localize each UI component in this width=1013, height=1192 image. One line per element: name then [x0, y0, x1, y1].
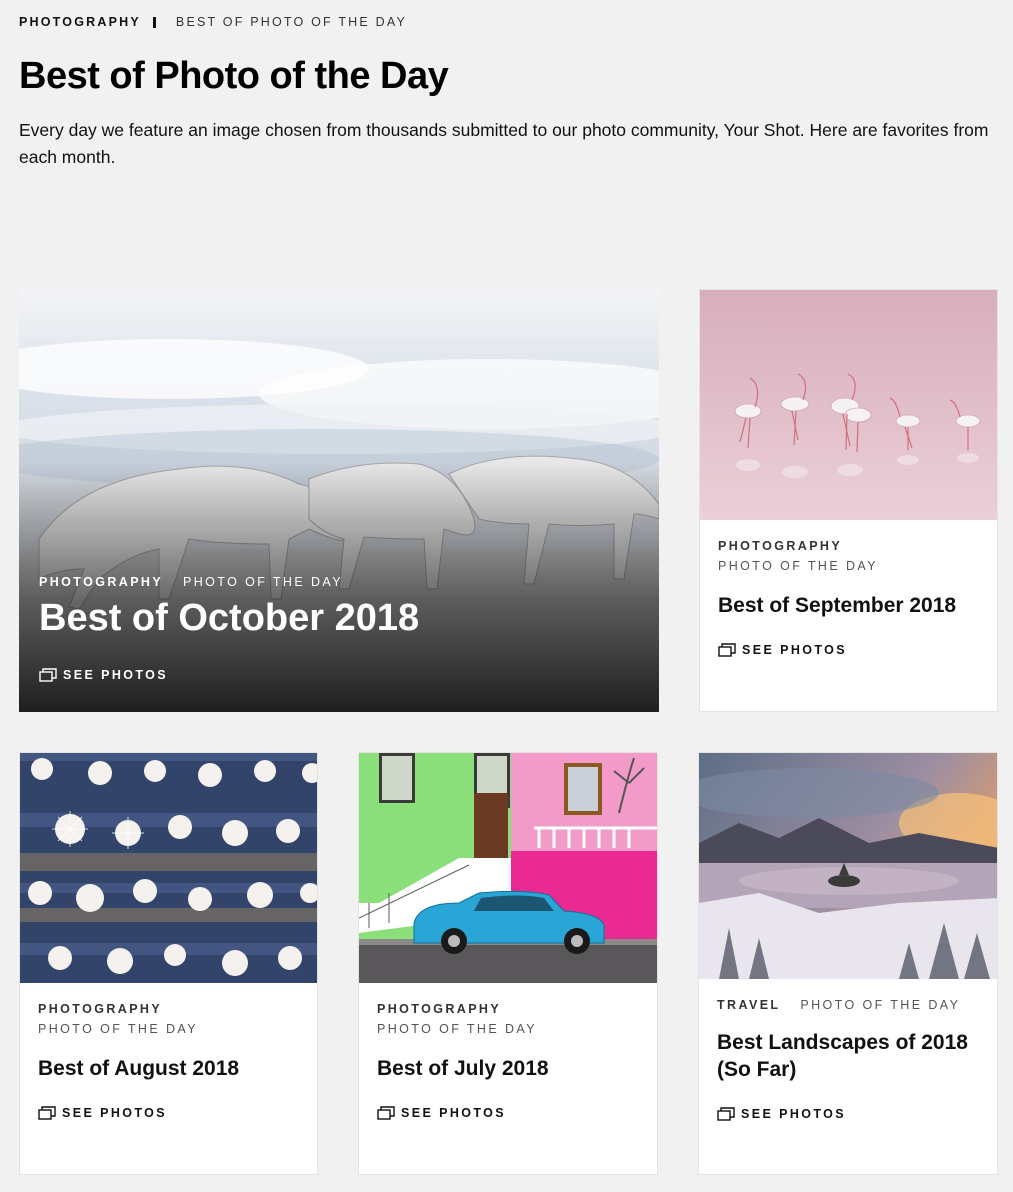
- gallery-card[interactable]: PHOTOGRAPHY PHOTO OF THE DAY Best of Sep…: [699, 289, 998, 712]
- card-kicker: PHOTOGRAPHY PHOTO OF THE DAY: [38, 999, 303, 1039]
- see-photos-button[interactable]: SEE PHOTOS: [718, 643, 983, 657]
- flamingos-photo[interactable]: [700, 290, 997, 520]
- card-title[interactable]: Best of August 2018: [38, 1055, 303, 1082]
- gallery-icon: [377, 1106, 395, 1120]
- see-photos-label: SEE PHOTOS: [742, 643, 848, 657]
- card-title[interactable]: Best of October 2018: [39, 596, 645, 640]
- featured-gallery-card[interactable]: PHOTOGRAPHY PHOTO OF THE DAY Best of Oct…: [19, 289, 659, 712]
- card-series[interactable]: PHOTO OF THE DAY: [183, 575, 343, 589]
- see-photos-button[interactable]: SEE PHOTOS: [717, 1107, 983, 1121]
- featured-card-body: PHOTOGRAPHY PHOTO OF THE DAY Best of Oct…: [39, 572, 645, 682]
- card-series[interactable]: PHOTO OF THE DAY: [38, 1019, 303, 1039]
- card-body: PHOTOGRAPHY PHOTO OF THE DAY Best of Jul…: [377, 999, 643, 1120]
- card-body: PHOTOGRAPHY PHOTO OF THE DAY Best of Sep…: [718, 536, 983, 657]
- card-series[interactable]: PHOTO OF THE DAY: [800, 998, 960, 1012]
- card-kicker: TRAVEL PHOTO OF THE DAY: [717, 995, 983, 1015]
- card-body: TRAVEL PHOTO OF THE DAY Best Landscapes …: [717, 995, 983, 1121]
- see-photos-button[interactable]: SEE PHOTOS: [38, 1106, 303, 1120]
- see-photos-label: SEE PHOTOS: [401, 1106, 507, 1120]
- see-photos-label: SEE PHOTOS: [62, 1106, 168, 1120]
- see-photos-button[interactable]: SEE PHOTOS: [39, 668, 645, 682]
- card-title[interactable]: Best Landscapes of 2018 (So Far): [717, 1029, 983, 1083]
- card-category[interactable]: PHOTOGRAPHY: [718, 536, 983, 556]
- breadcrumb-current-page: BEST OF PHOTO OF THE DAY: [175, 15, 407, 29]
- card-category[interactable]: PHOTOGRAPHY: [377, 999, 643, 1019]
- gallery-icon: [38, 1106, 56, 1120]
- card-kicker: PHOTOGRAPHY PHOTO OF THE DAY: [377, 999, 643, 1039]
- gallery-card[interactable]: PHOTOGRAPHY PHOTO OF THE DAY Best of Jul…: [358, 752, 658, 1175]
- breadcrumb: PHOTOGRAPHY BEST OF PHOTO OF THE DAY: [19, 15, 407, 29]
- page-intro: Every day we feature an image chosen fro…: [19, 120, 989, 167]
- card-category[interactable]: PHOTOGRAPHY: [38, 999, 303, 1019]
- card-title[interactable]: Best of July 2018: [377, 1055, 643, 1082]
- card-title[interactable]: Best of September 2018: [718, 592, 983, 619]
- card-series[interactable]: PHOTO OF THE DAY: [377, 1019, 643, 1039]
- see-photos-button[interactable]: SEE PHOTOS: [377, 1106, 643, 1120]
- gallery-card[interactable]: TRAVEL PHOTO OF THE DAY Best Landscapes …: [698, 752, 998, 1175]
- card-category[interactable]: TRAVEL: [717, 998, 780, 1012]
- card-kicker: PHOTOGRAPHY PHOTO OF THE DAY: [718, 536, 983, 576]
- gallery-icon: [718, 643, 736, 657]
- gallery-icon: [39, 668, 57, 682]
- aerial-pattern-photo[interactable]: [20, 753, 317, 983]
- breadcrumb-divider: [152, 16, 156, 28]
- gallery-icon: [717, 1107, 735, 1121]
- see-photos-label: SEE PHOTOS: [741, 1107, 847, 1121]
- snowy-lake-island-photo[interactable]: [699, 753, 997, 979]
- card-category[interactable]: PHOTOGRAPHY: [39, 575, 163, 589]
- gallery-card[interactable]: PHOTOGRAPHY PHOTO OF THE DAY Best of Aug…: [19, 752, 318, 1175]
- page-title: Best of Photo of the Day: [19, 55, 449, 97]
- card-series[interactable]: PHOTO OF THE DAY: [718, 556, 983, 576]
- see-photos-label: SEE PHOTOS: [63, 668, 169, 682]
- card-kicker: PHOTOGRAPHY PHOTO OF THE DAY: [39, 572, 645, 592]
- card-body: PHOTOGRAPHY PHOTO OF THE DAY Best of Aug…: [38, 999, 303, 1120]
- breadcrumb-section-link[interactable]: PHOTOGRAPHY: [19, 15, 141, 29]
- blue-car-colorful-houses-photo[interactable]: [359, 753, 657, 983]
